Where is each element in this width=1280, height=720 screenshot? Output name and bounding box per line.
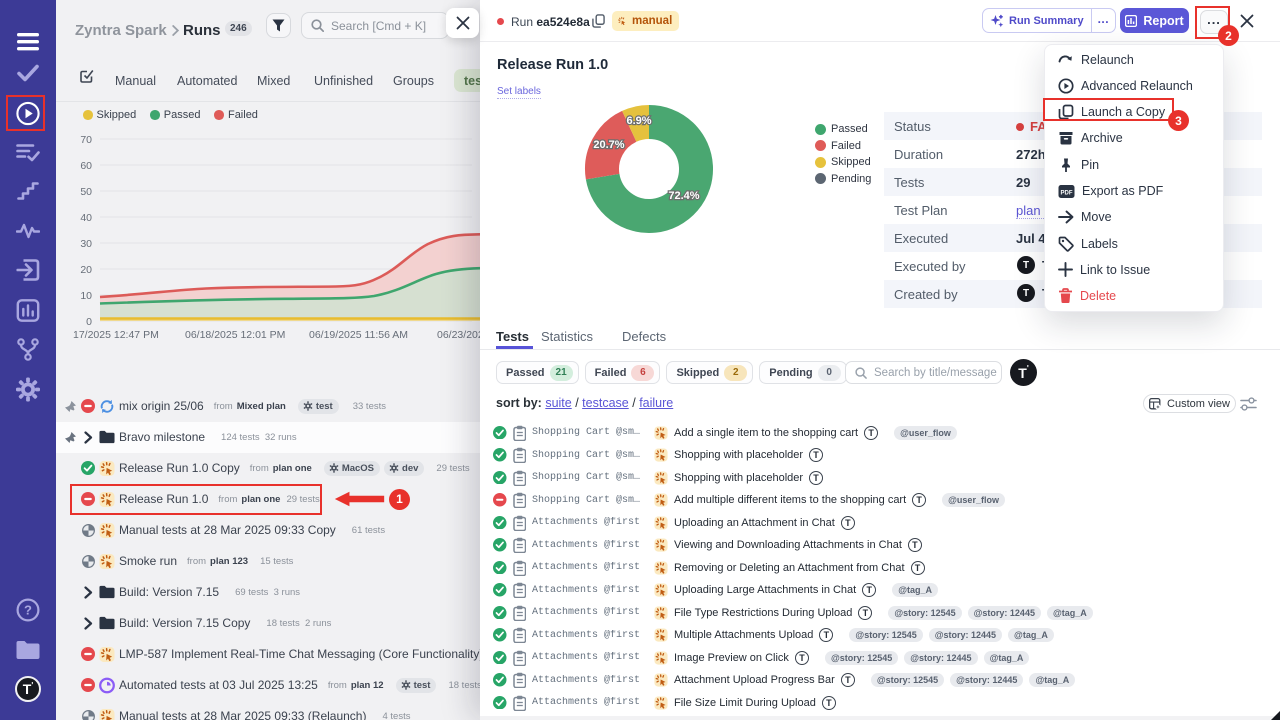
svg-text:72.4%: 72.4% bbox=[668, 190, 699, 202]
svg-text:40: 40 bbox=[80, 212, 92, 224]
svg-text:06/19/2025 11:56 AM: 06/19/2025 11:56 AM bbox=[309, 329, 408, 341]
svg-text:17/2025 12:47 PM: 17/2025 12:47 PM bbox=[73, 329, 159, 341]
svg-text:30: 30 bbox=[80, 238, 92, 250]
svg-text:10: 10 bbox=[80, 290, 92, 302]
svg-text:06/23/202: 06/23/202 bbox=[437, 329, 480, 341]
svg-text:6.9%: 6.9% bbox=[626, 115, 651, 127]
svg-text:?: ? bbox=[24, 603, 32, 618]
svg-text:60: 60 bbox=[80, 160, 92, 172]
svg-text:06/18/2025 12:01 PM: 06/18/2025 12:01 PM bbox=[185, 329, 285, 341]
svg-text:PDF: PDF bbox=[1061, 190, 1073, 196]
svg-text:50: 50 bbox=[80, 186, 92, 198]
svg-text:0: 0 bbox=[86, 316, 92, 328]
svg-text:20: 20 bbox=[80, 264, 92, 276]
svg-text:20.7%: 20.7% bbox=[593, 139, 624, 151]
svg-text:70: 70 bbox=[80, 134, 92, 146]
